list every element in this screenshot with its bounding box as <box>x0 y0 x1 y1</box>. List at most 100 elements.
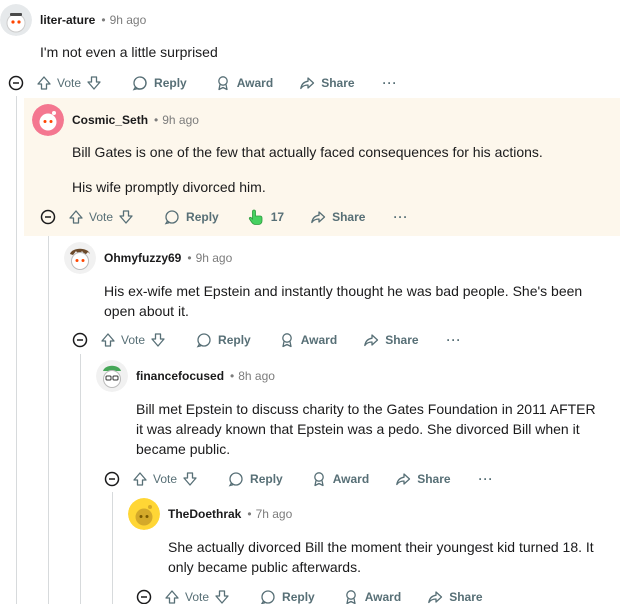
reply-icon <box>164 210 179 225</box>
reply-button[interactable]: Reply <box>132 75 187 91</box>
downvote-icon[interactable] <box>214 589 230 604</box>
downvote-icon[interactable] <box>150 332 166 348</box>
username[interactable]: Ohmyfuzzy69 <box>104 251 181 265</box>
timestamp[interactable]: 9h ago <box>196 251 233 265</box>
more-options-button[interactable]: ··· <box>393 210 408 224</box>
more-options-button[interactable]: ··· <box>383 76 398 90</box>
more-options-button[interactable]: ··· <box>479 472 494 486</box>
share-button[interactable]: Share <box>427 589 483 604</box>
more-options-button[interactable]: ··· <box>447 333 462 347</box>
vote-label: Vote <box>185 590 210 604</box>
reply-button[interactable]: Reply <box>228 471 283 487</box>
separator-dot: • <box>154 113 159 127</box>
thread-line[interactable] <box>48 230 49 604</box>
thread-line[interactable] <box>112 492 113 604</box>
downvote-icon[interactable] <box>86 75 102 91</box>
vote-label: Vote <box>89 210 114 224</box>
reply-label: Reply <box>218 333 251 347</box>
award-button[interactable]: Award <box>215 75 273 91</box>
upvote-icon[interactable] <box>132 471 148 487</box>
avatar[interactable] <box>96 360 128 392</box>
timestamp[interactable]: 9h ago <box>110 13 147 27</box>
award-icon <box>345 590 356 604</box>
reply-icon <box>132 76 147 91</box>
comment-header: Cosmic_Seth • 9h ago <box>32 104 199 136</box>
comment-actions: Vote Reply Award Share ··· <box>8 71 398 95</box>
avatar[interactable] <box>64 242 96 274</box>
share-label: Share <box>417 472 451 486</box>
avatar[interactable] <box>128 498 160 530</box>
collapse-icon <box>40 209 56 225</box>
share-label: Share <box>449 590 483 604</box>
comment-text: Bill Gates is one of the few that actual… <box>72 144 543 160</box>
vote-group: Vote <box>164 589 230 604</box>
comment-actions: Vote Reply 17 Share ··· <box>40 205 408 229</box>
downvote-icon[interactable] <box>182 471 198 487</box>
thread-line[interactable] <box>80 354 81 604</box>
share-icon <box>300 77 315 90</box>
reply-button[interactable]: Reply <box>196 332 251 348</box>
upvote-icon[interactable] <box>36 75 52 91</box>
vote-label: Vote <box>121 333 146 347</box>
avatar[interactable] <box>32 104 64 136</box>
downvote-icon[interactable] <box>118 209 134 225</box>
username[interactable]: liter-ature <box>40 13 95 27</box>
share-icon <box>396 473 411 486</box>
award-icon <box>281 333 292 348</box>
share-icon <box>311 211 326 224</box>
collapse-button[interactable] <box>8 75 24 91</box>
comment-header: liter-ature • 9h ago <box>0 4 146 36</box>
collapse-button[interactable] <box>72 332 88 348</box>
username[interactable]: Cosmic_Seth <box>72 113 148 127</box>
vote-group: Vote <box>100 332 166 348</box>
upvote-icon[interactable] <box>164 589 180 604</box>
award-button[interactable]: Award <box>343 589 401 604</box>
share-button[interactable]: Share <box>363 332 419 348</box>
vote-label: Vote <box>57 76 82 90</box>
reply-button[interactable]: Reply <box>164 209 219 225</box>
comment-text: I'm not even a little surprised <box>40 44 218 60</box>
timestamp[interactable]: 8h ago <box>238 369 275 383</box>
award-button[interactable]: Award <box>311 471 369 487</box>
share-button[interactable]: Share <box>310 209 365 225</box>
award-label: Award <box>300 333 338 347</box>
award-button[interactable]: 17 <box>247 208 284 226</box>
share-button[interactable]: Share <box>395 471 451 487</box>
timestamp[interactable]: 9h ago <box>162 113 199 127</box>
vote-label: Vote <box>153 472 178 486</box>
comment-header: financefocused • 8h ago <box>96 360 275 392</box>
share-button[interactable]: Share <box>299 75 355 91</box>
collapse-button[interactable] <box>104 471 120 487</box>
separator-dot: • <box>101 13 106 27</box>
comment-text: She actually divorced Bill the moment th… <box>168 539 594 575</box>
award-icon <box>313 472 324 487</box>
award-icon <box>217 76 228 91</box>
collapse-icon <box>136 589 152 604</box>
pointing-hand-award-icon <box>248 209 263 225</box>
comment-body: Bill met Epstein to discuss charity to t… <box>136 399 606 459</box>
comment-text: His ex-wife met Epstein and instantly th… <box>104 283 583 319</box>
reply-icon <box>228 472 243 487</box>
reply-label: Reply <box>186 210 219 224</box>
award-button[interactable]: Award <box>279 332 337 348</box>
share-icon <box>428 591 443 604</box>
vote-group: Vote <box>68 209 134 225</box>
separator-dot: • <box>187 251 192 265</box>
timestamp[interactable]: 7h ago <box>256 507 293 521</box>
thread-line[interactable] <box>16 96 17 604</box>
comment-body: His ex-wife met Epstein and instantly th… <box>104 281 600 321</box>
upvote-icon[interactable] <box>100 332 116 348</box>
reply-icon <box>196 333 211 348</box>
collapse-button[interactable] <box>40 209 56 225</box>
username[interactable]: financefocused <box>136 369 224 383</box>
avatar[interactable] <box>0 4 32 36</box>
comment-body: Bill Gates is one of the few that actual… <box>72 142 602 197</box>
reply-button[interactable]: Reply <box>260 589 315 604</box>
username[interactable]: TheDoethrak <box>168 507 241 521</box>
comment-actions: Vote Reply Award Share <box>136 585 483 604</box>
award-label: Award <box>332 472 370 486</box>
collapse-button[interactable] <box>136 589 152 604</box>
upvote-icon[interactable] <box>68 209 84 225</box>
reply-label: Reply <box>282 590 315 604</box>
collapse-icon <box>8 75 24 91</box>
